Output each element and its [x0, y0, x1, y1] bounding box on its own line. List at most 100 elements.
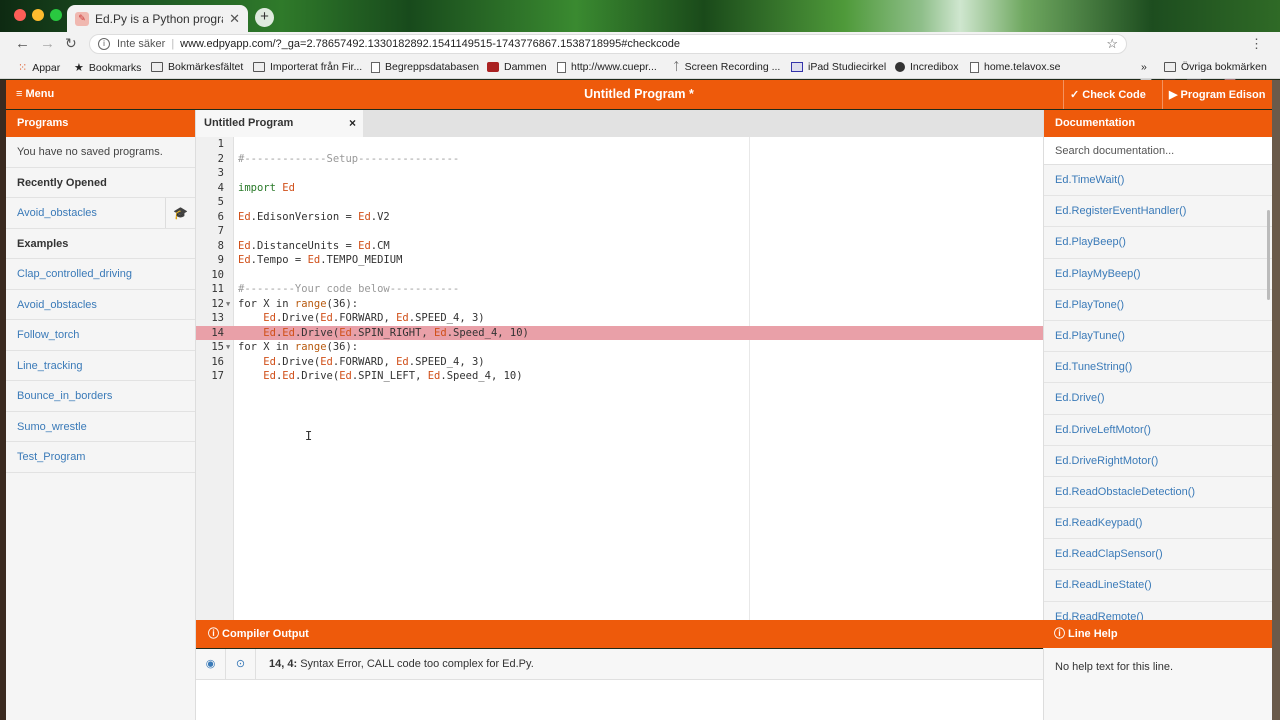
browser-tab[interactable]: ✎ Ed.Py is a Python programming ✕ — [67, 5, 248, 32]
code-line[interactable]: 5 — [196, 195, 1043, 210]
documentation-item[interactable]: Ed.ReadObstacleDetection() — [1044, 477, 1272, 509]
code-text: for X in range(36): — [238, 341, 359, 353]
documentation-item[interactable]: Ed.TuneString() — [1044, 352, 1272, 384]
browser-tab-strip: ✎ Ed.Py is a Python programming ✕ + — [0, 0, 1280, 32]
fold-arrow-icon[interactable]: ▼ — [226, 340, 230, 355]
code-line[interactable]: 14 Ed.Ed.Drive(Ed.SPIN_RIGHT, Ed.Speed_4… — [196, 325, 1043, 340]
bookmark-screen-recording[interactable]: ᛏ Screen Recording ... — [673, 61, 780, 73]
bookmark-bookmarks[interactable]: ★ Bookmarks — [74, 61, 141, 75]
check-code-button[interactable]: ✓ Check Code — [1063, 80, 1152, 109]
url-text[interactable]: www.edpyapp.com/?_ga=2.78657492.13301828… — [180, 38, 680, 50]
code-line[interactable]: 16 Ed.Drive(Ed.FORWARD, Ed.SPEED_4, 3) — [196, 355, 1043, 370]
forward-icon[interactable]: → — [40, 35, 55, 52]
documentation-item[interactable]: Ed.ReadRemote() — [1044, 602, 1272, 620]
goto-line-icon[interactable]: ⊙ — [226, 649, 256, 680]
example-item[interactable]: Sumo_wrestle — [6, 412, 195, 442]
compiler-message-row[interactable]: ◉ ⊙ 14, 4: Syntax Error, CALL code too c… — [196, 649, 1043, 680]
bookmark-importerat[interactable]: Importerat från Fir... — [253, 61, 362, 73]
program-edison-button[interactable]: ▶ Program Edison — [1162, 80, 1272, 109]
documentation-item[interactable]: Ed.PlayMyBeep() — [1044, 259, 1272, 290]
close-window-icon[interactable] — [14, 9, 26, 21]
documentation-item[interactable]: Ed.DriveRightMotor() — [1044, 446, 1272, 477]
code-line[interactable]: 12 ▼ for X in range(36): — [196, 297, 1043, 312]
example-item[interactable]: Avoid_obstacles — [6, 290, 195, 320]
bookmark-star-icon[interactable]: ☆ — [1106, 36, 1118, 52]
documentation-item[interactable]: Ed.ReadClapSensor() — [1044, 539, 1272, 571]
code-line[interactable]: 3 — [196, 166, 1043, 181]
bookmark-label: Importerat från Fir... — [270, 61, 363, 73]
example-item[interactable]: Follow_torch — [6, 320, 195, 351]
insecure-label: Inte säker — [117, 38, 166, 50]
close-editor-tab-icon[interactable]: × — [349, 110, 356, 137]
line-number: 8 — [217, 239, 224, 252]
documentation-item[interactable]: Ed.ReadKeypad() — [1044, 508, 1272, 540]
more-bookmarks-button[interactable]: » — [1141, 61, 1147, 73]
page-icon — [970, 61, 979, 73]
example-item[interactable]: Bounce_in_borders — [6, 381, 195, 412]
example-item[interactable]: Clap_controlled_driving — [6, 259, 195, 290]
line-number: 3 — [217, 167, 224, 179]
back-icon[interactable]: ← — [15, 35, 30, 52]
code-line[interactable]: 13 Ed.Drive(Ed.FORWARD, Ed.SPEED_4, 3) — [196, 311, 1043, 326]
site-info-icon[interactable]: i — [98, 38, 110, 50]
address-bar[interactable]: i Inte säker | www.edpyapp.com/?_ga=2.78… — [89, 34, 1127, 54]
page-icon — [557, 61, 566, 73]
bookmark-dammen[interactable]: Dammen — [487, 61, 547, 73]
editor-tab[interactable]: Untitled Program × — [196, 110, 363, 137]
code-line[interactable]: 11 #--------Your code below----------- — [196, 282, 1043, 297]
documentation-item[interactable]: Ed.PlayBeep() — [1044, 227, 1272, 259]
documentation-item[interactable]: Ed.Drive() — [1044, 383, 1272, 415]
documentation-header: Documentation — [1044, 110, 1272, 137]
examples-header: Examples — [6, 228, 195, 259]
code-editor[interactable]: 1 2 #-------------Setup---------------- 3 4 i… — [196, 137, 1043, 620]
code-line[interactable]: 7 — [196, 224, 1043, 239]
code-line[interactable]: 1 — [196, 137, 1043, 152]
editor-tab-bar: Untitled Program × — [196, 110, 1043, 137]
bookmark-incredibox[interactable]: Incredibox — [895, 61, 958, 73]
code-lines[interactable]: 1 2 #-------------Setup---------------- 3 4 i… — [196, 137, 1043, 384]
compiler-message: 14, 4: Syntax Error, CALL code too compl… — [269, 649, 534, 680]
code-line[interactable]: 8 Ed.DistanceUnits = Ed.CM — [196, 239, 1043, 254]
bookmark-bokmarkesfaltet[interactable]: Bokmärkesfältet — [151, 61, 243, 73]
documentation-item[interactable]: Ed.RegisterEventHandler() — [1044, 196, 1272, 228]
apps-grid-icon: ⁙ — [18, 62, 28, 74]
line-number: 12 — [211, 297, 224, 310]
example-item[interactable]: Line_tracking — [6, 351, 195, 381]
documentation-item[interactable]: Ed.DriveLeftMotor() — [1044, 415, 1272, 446]
browser-menu-icon[interactable]: ⋮ — [1250, 36, 1263, 52]
other-bookmarks[interactable]: Övriga bokmärken — [1164, 61, 1267, 73]
code-line[interactable]: 17 Ed.Ed.Drive(Ed.SPIN_LEFT, Ed.Speed_4,… — [196, 369, 1043, 384]
code-line[interactable]: 6 Ed.EdisonVersion = Ed.V2 — [196, 210, 1043, 225]
documentation-search-input[interactable]: Search documentation... — [1044, 137, 1272, 165]
documentation-item[interactable]: Ed.TimeWait() — [1044, 165, 1272, 197]
bookmark-telavox[interactable]: home.telavox.se — [970, 61, 1060, 73]
error-location: 14, 4: — [269, 658, 298, 670]
bookmark-label: Bokmärkesfältet — [168, 61, 244, 73]
code-text: Ed.Ed.Drive(Ed.SPIN_RIGHT, Ed.Speed_4, 1… — [263, 326, 529, 339]
code-line[interactable]: 4 import Ed — [196, 181, 1043, 196]
code-line[interactable]: 10 — [196, 268, 1043, 283]
documentation-scrollbar[interactable] — [1267, 210, 1270, 300]
recent-program-item[interactable]: Avoid_obstacles 🎓 — [6, 198, 195, 229]
minimize-window-icon[interactable] — [32, 9, 44, 21]
bookmark-ipad-studiecirkel[interactable]: iPad Studiecirkel — [791, 61, 886, 73]
documentation-item[interactable]: Ed.ReadLineState() — [1044, 570, 1272, 602]
new-tab-button[interactable]: + — [255, 8, 274, 27]
code-line[interactable]: 9 Ed.Tempo = Ed.TEMPO_MEDIUM — [196, 253, 1043, 268]
bookmark-cuepr[interactable]: http://www.cuepr... — [557, 61, 657, 73]
bookmark-appar[interactable]: ⁙ Appar — [18, 61, 60, 75]
code-text: Ed.Ed.Drive(Ed.SPIN_LEFT, Ed.Speed_4, 10… — [263, 370, 523, 382]
fold-arrow-icon[interactable]: ▼ — [226, 297, 230, 312]
bookmark-label: Dammen — [504, 61, 547, 73]
code-line[interactable]: 15 ▼ for X in range(36): — [196, 340, 1043, 355]
hide-message-icon[interactable]: ◉ — [196, 649, 226, 680]
reload-icon[interactable]: ↻ — [65, 35, 77, 52]
graduation-cap-icon[interactable]: 🎓 — [165, 198, 195, 228]
maximize-window-icon[interactable] — [50, 9, 62, 21]
close-tab-icon[interactable]: ✕ — [229, 11, 240, 27]
example-item[interactable]: Test_Program — [6, 442, 195, 473]
code-line[interactable]: 2 #-------------Setup---------------- — [196, 152, 1043, 167]
documentation-item[interactable]: Ed.PlayTune() — [1044, 321, 1272, 353]
documentation-item[interactable]: Ed.PlayTone() — [1044, 290, 1272, 321]
bookmark-begreppsdatabasen[interactable]: Begreppsdatabasen — [371, 61, 479, 73]
